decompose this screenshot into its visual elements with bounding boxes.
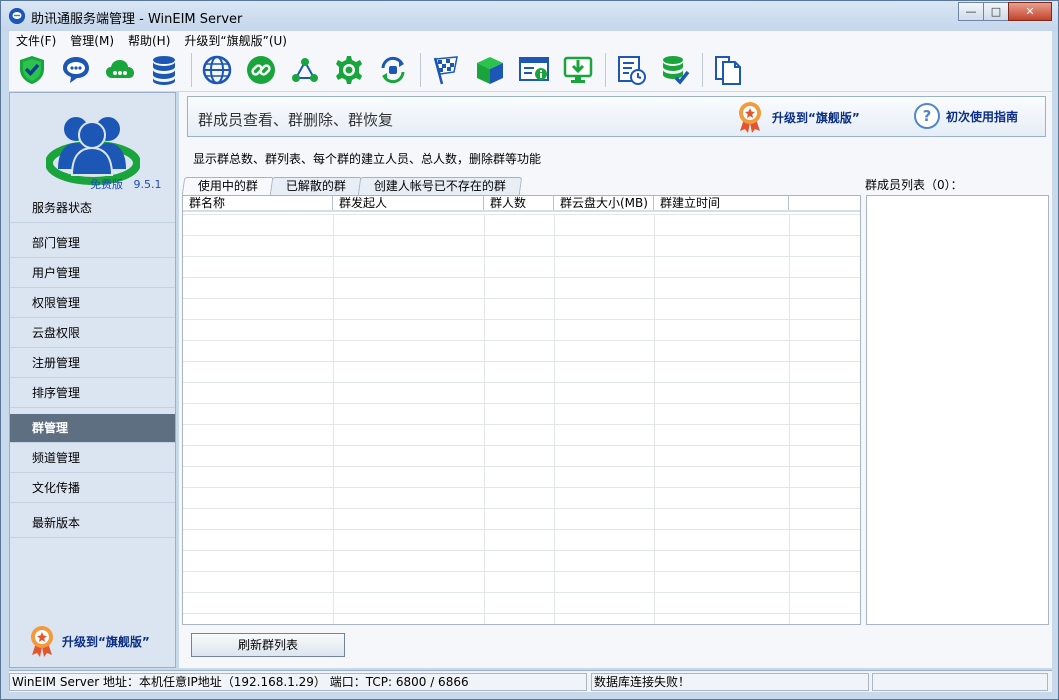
server-address-status: WinEIM Server 地址：本机任意IP地址（192.168.1.29） … xyxy=(9,673,587,691)
member-list-label: 群成员列表（0）： xyxy=(865,178,963,192)
sidebar: 免费版 9.5.1 服务器状态 部门管理 用户管理 权限管理 云盘权限 注册管理… xyxy=(9,92,176,668)
tab-label: 创建人帐号已不存在的群 xyxy=(373,179,506,193)
tab-dissolved-groups[interactable]: 已解散的群 xyxy=(269,177,363,195)
sidebar-item-latest-version[interactable]: 最新版本 xyxy=(10,509,175,538)
group-tabs: 使用中的群 已解散的群 创建人帐号已不存在的群 xyxy=(181,177,523,195)
status-bar: WinEIM Server 地址：本机任意IP地址（192.168.1.29） … xyxy=(9,670,1052,692)
link-icon[interactable] xyxy=(244,53,278,87)
chat-bubble-icon[interactable] xyxy=(59,53,93,87)
version-number: 9.5.1 xyxy=(133,178,162,191)
member-list[interactable] xyxy=(866,195,1049,625)
column-header-member-count[interactable]: 群人数 xyxy=(484,196,554,210)
sidebar-item-cloud-permissions[interactable]: 云盘权限 xyxy=(10,319,175,348)
toolbar-separator xyxy=(702,53,703,87)
status-empty-cell xyxy=(872,673,1048,691)
sidebar-item-users[interactable]: 用户管理 xyxy=(10,259,175,288)
users-logo-icon xyxy=(45,107,141,187)
sidebar-item-sorting[interactable]: 排序管理 xyxy=(10,379,175,408)
tab-orphan-groups[interactable]: 创建人帐号已不存在的群 xyxy=(357,177,523,195)
copy-document-icon[interactable] xyxy=(711,53,745,87)
close-button[interactable]: ✕ xyxy=(1008,2,1052,21)
page-header: 群成员查看、群删除、群恢复 升级到“旗舰版” ? 初次使用指南 xyxy=(187,96,1046,137)
checkered-flag-icon[interactable] xyxy=(429,53,463,87)
toolbar xyxy=(9,49,1052,91)
toolbar-separator xyxy=(191,53,192,87)
guide-label: 初次使用指南 xyxy=(946,109,1019,124)
guide-link[interactable]: ? 初次使用指南 xyxy=(914,103,1018,129)
table-body xyxy=(183,214,860,624)
browser-info-icon[interactable] xyxy=(517,53,551,87)
menu-help[interactable]: 帮助(H) xyxy=(121,32,177,49)
column-header-cloud-size[interactable]: 群云盘大小(MB) xyxy=(554,196,654,210)
award-icon xyxy=(31,626,53,657)
cloud-icon[interactable] xyxy=(103,53,137,87)
tab-active-groups[interactable]: 使用中的群 xyxy=(181,177,275,195)
app-window: 助讯通服务端管理 - WinEIM Server — □ ✕ 文件(F) 管理(… xyxy=(0,0,1059,700)
menu-file[interactable]: 文件(F) xyxy=(9,32,63,49)
database-status: 数据库连接失败！ xyxy=(591,673,869,691)
sidebar-item-channels[interactable]: 频道管理 xyxy=(10,444,175,473)
award-icon xyxy=(739,102,761,133)
shield-check-icon[interactable] xyxy=(15,53,49,87)
version-label: 免费版 9.5.1 xyxy=(90,176,162,192)
cube-icon[interactable] xyxy=(473,53,507,87)
gear-icon[interactable] xyxy=(332,53,366,87)
column-header-group-name[interactable]: 群名称 xyxy=(183,196,333,210)
toolbar-separator xyxy=(605,53,606,87)
sync-icon[interactable] xyxy=(376,53,410,87)
sidebar-item-server-status[interactable]: 服务器状态 xyxy=(10,194,175,223)
tab-label: 已解散的群 xyxy=(285,179,346,193)
app-logo-icon xyxy=(9,8,25,24)
menu-manage[interactable]: 管理(M) xyxy=(63,32,121,49)
network-icon[interactable] xyxy=(288,53,322,87)
menu-upgrade[interactable]: 升级到“旗舰版”(U) xyxy=(177,32,294,49)
sidebar-item-registration[interactable]: 注册管理 xyxy=(10,349,175,378)
download-monitor-icon[interactable] xyxy=(561,53,595,87)
group-table[interactable]: 群名称 群发起人 群人数 群云盘大小(MB) 群建立时间 xyxy=(182,195,861,625)
toolbar-separator xyxy=(420,53,421,87)
globe-icon[interactable] xyxy=(200,53,234,87)
window-title: 助讯通服务端管理 - WinEIM Server xyxy=(31,12,243,27)
tab-label: 使用中的群 xyxy=(197,179,258,193)
maximize-button[interactable]: □ xyxy=(983,2,1009,21)
column-header-creator[interactable]: 群发起人 xyxy=(333,196,484,210)
header-upgrade-link[interactable]: 升级到“旗舰版” xyxy=(736,101,860,133)
sidebar-upgrade-label: 升级到“旗舰版” xyxy=(62,634,150,649)
edition-label: 免费版 xyxy=(90,178,123,191)
title-bar[interactable]: 助讯通服务端管理 - WinEIM Server — □ ✕ xyxy=(1,1,1058,31)
main-panel: 群成员查看、群删除、群恢复 升级到“旗舰版” ? 初次使用指南 显示群总数、群列… xyxy=(179,92,1052,668)
help-icon: ? xyxy=(914,103,940,129)
page-title: 群成员查看、群删除、群恢复 xyxy=(198,111,394,129)
sidebar-item-culture[interactable]: 文化传播 xyxy=(10,474,175,503)
database-check-icon[interactable] xyxy=(658,53,692,87)
minimize-button[interactable]: — xyxy=(958,2,984,21)
menu-bar: 文件(F) 管理(M) 帮助(H) 升级到“旗舰版”(U) xyxy=(9,31,1052,49)
sidebar-upgrade-link[interactable]: 升级到“旗舰版” xyxy=(28,625,150,657)
sidebar-item-groups[interactable]: 群管理 xyxy=(10,414,175,443)
sidebar-item-departments[interactable]: 部门管理 xyxy=(10,229,175,258)
sidebar-item-permissions[interactable]: 权限管理 xyxy=(10,289,175,318)
refresh-group-list-button[interactable]: 刷新群列表 xyxy=(191,633,345,657)
header-upgrade-label: 升级到“旗舰版” xyxy=(772,110,860,125)
schedule-document-icon[interactable] xyxy=(614,53,648,87)
table-header: 群名称 群发起人 群人数 群云盘大小(MB) 群建立时间 xyxy=(183,196,860,212)
database-icon[interactable] xyxy=(147,53,181,87)
page-description: 显示群总数、群列表、每个群的建立人员、总人数，删除群等功能 xyxy=(193,152,542,166)
column-header-created-time[interactable]: 群建立时间 xyxy=(654,196,789,210)
